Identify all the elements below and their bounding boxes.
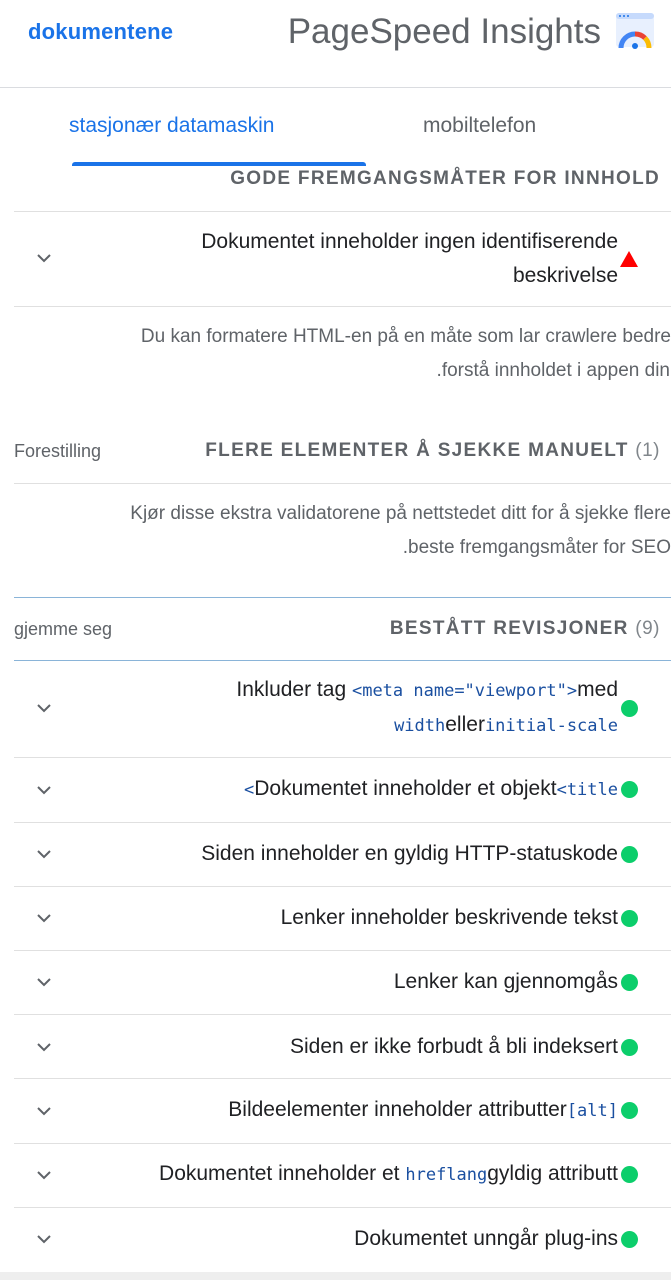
audit-crawlable-links[interactable]: Lenker kan gjennomgås (394, 965, 618, 999)
audit-hreflang[interactable]: Dokumentet inneholder et hreflanggyldig … (159, 1157, 618, 1192)
manual-checks-count: (1) (635, 440, 660, 461)
section-divider (14, 660, 671, 661)
divider (14, 1207, 671, 1208)
pass-dot-icon (621, 781, 638, 798)
passed-audits-header[interactable]: BESTÅTT REVISJONER (9) (390, 618, 660, 640)
audit-http-status[interactable]: Siden inneholder en gyldig HTTP-statusko… (201, 837, 618, 871)
divider (14, 211, 671, 212)
divider (14, 483, 671, 484)
pagespeed-gauge-icon (616, 13, 654, 49)
divider (14, 822, 671, 823)
manual-checks-header[interactable]: FLERE ELEMENTER Å SJEKKE MANUELT (1) (205, 440, 660, 462)
audit-plugins[interactable]: Dokumentet unngår plug-ins (354, 1222, 618, 1256)
section-divider (14, 597, 671, 598)
manual-checks-side-label[interactable]: Forestilling (14, 441, 101, 462)
manual-checks-description: Kjør disse ekstra validatorene på nettst… (130, 503, 671, 558)
chevron-down-icon[interactable] (34, 1037, 54, 1057)
passed-audits-count: (9) (635, 618, 660, 639)
divider (14, 1014, 671, 1015)
pass-dot-icon (621, 700, 638, 717)
divider (14, 1078, 671, 1079)
chevron-down-icon[interactable] (34, 844, 54, 864)
chevron-down-icon[interactable] (34, 698, 54, 718)
chevron-down-icon[interactable] (34, 780, 54, 800)
chevron-down-icon[interactable] (34, 908, 54, 928)
audit-title-element[interactable]: <Dokumentet inneholder et objekt<title (244, 772, 618, 807)
chevron-down-icon[interactable] (34, 1229, 54, 1249)
docs-link[interactable]: dokumentene (28, 19, 173, 45)
active-tab-indicator (72, 162, 366, 166)
pass-dot-icon (621, 1102, 638, 1119)
divider (14, 886, 671, 887)
passed-audits-toggle[interactable]: gjemme seg (14, 619, 112, 640)
divider (14, 757, 671, 758)
audit-viewport[interactable]: Inkluder tag <meta name="viewport">med w… (236, 673, 618, 743)
app-title: PageSpeed Insights (287, 12, 601, 51)
audit-link-text[interactable]: Lenker inneholder beskrivende tekst (281, 901, 618, 935)
fail-triangle-icon (620, 251, 638, 267)
bottom-edge (0, 1272, 671, 1280)
tab-mobile[interactable]: mobiltelefon (423, 114, 536, 138)
pass-dot-icon (621, 1039, 638, 1056)
audit-is-crawlable[interactable]: Siden er ikke forbudt å bli indeksert (290, 1030, 618, 1064)
audit-image-alt[interactable]: Bildeelementer inneholder attributter[al… (228, 1093, 618, 1128)
chevron-down-icon[interactable] (34, 1101, 54, 1121)
app-header: dokumentene PageSpeed Insights (0, 0, 671, 88)
audit-title[interactable]: Dokumentet inneholder ingen identifisere… (201, 225, 618, 293)
content-best-practices-header: GODE FREMGANGSMÅTER FOR INNHOLD (230, 168, 660, 189)
pass-dot-icon (621, 910, 638, 927)
chevron-down-icon[interactable] (34, 248, 54, 268)
chevron-down-icon[interactable] (34, 1165, 54, 1185)
pass-dot-icon (621, 1166, 638, 1183)
tab-desktop[interactable]: stasjonær datamaskin (69, 114, 274, 138)
pass-dot-icon (621, 846, 638, 863)
pass-dot-icon (621, 1231, 638, 1248)
divider (14, 306, 671, 307)
pass-dot-icon (621, 974, 638, 991)
content-best-practices-description: Du kan formatere HTML-en på en måte som … (140, 326, 671, 381)
divider (14, 950, 671, 951)
divider (14, 1143, 671, 1144)
chevron-down-icon[interactable] (34, 972, 54, 992)
